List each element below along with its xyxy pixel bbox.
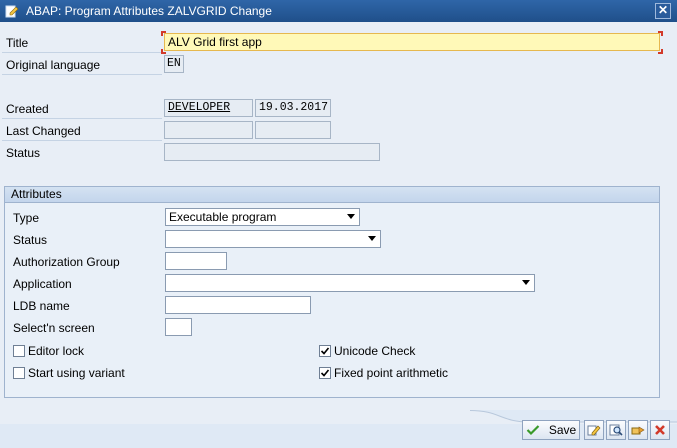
cancel-icon <box>655 425 665 435</box>
title-value: ALV Grid first app <box>168 35 262 49</box>
required-marker <box>161 31 166 36</box>
ldb-name-label: LDB name <box>13 299 70 313</box>
fixed-point-checkbox[interactable] <box>319 367 331 379</box>
edit-document-icon <box>4 3 20 19</box>
ldb-name-input[interactable] <box>165 296 311 314</box>
footer-toolbar: Save <box>0 410 677 448</box>
unicode-check-checkbox[interactable] <box>319 345 331 357</box>
original-language-value: EN <box>167 57 181 70</box>
title-input[interactable]: ALV Grid first app <box>164 33 660 51</box>
application-label: Application <box>13 277 72 291</box>
attr-status-label: Status <box>13 233 48 247</box>
selection-screen-label: Select'n screen <box>13 321 95 335</box>
application-dropdown[interactable] <box>165 274 535 292</box>
required-marker <box>658 49 663 54</box>
type-dropdown[interactable]: Executable program <box>165 208 360 226</box>
attr-status-dropdown[interactable] <box>165 230 381 248</box>
start-using-variant-checkbox[interactable] <box>13 367 25 379</box>
chevron-down-icon <box>347 214 355 219</box>
required-marker <box>658 31 663 36</box>
last-changed-date-field <box>255 121 331 139</box>
transport-button[interactable] <box>628 420 648 440</box>
created-by-value: DEVELOPER <box>168 101 231 114</box>
save-button[interactable]: Save <box>522 420 580 440</box>
selection-screen-input[interactable] <box>165 318 192 336</box>
separator <box>2 118 162 119</box>
required-marker <box>161 49 166 54</box>
created-label: Created <box>6 102 49 116</box>
search-button[interactable] <box>606 420 626 440</box>
edit-button[interactable] <box>584 420 604 440</box>
editor-lock-checkbox[interactable] <box>13 345 25 357</box>
type-label: Type <box>13 211 40 225</box>
created-date-field: 19.03.2017 <box>255 99 331 117</box>
original-language-label: Original language <box>6 58 101 72</box>
authorization-group-label: Authorization Group <box>13 255 120 269</box>
editor-lock-label: Editor lock <box>28 344 85 358</box>
last-changed-by-field <box>164 121 253 139</box>
close-icon: ✕ <box>657 3 669 17</box>
unicode-check-label: Unicode Check <box>334 344 416 358</box>
attributes-header: Attributes <box>5 187 659 203</box>
start-using-variant-label: Start using variant <box>28 366 125 380</box>
separator <box>2 140 162 141</box>
separator <box>2 74 162 75</box>
checkmark-icon <box>320 347 330 355</box>
checkmark-icon <box>320 369 330 377</box>
last-changed-label: Last Changed <box>6 124 81 138</box>
check-icon <box>526 425 540 436</box>
chevron-down-icon <box>368 236 376 241</box>
status-label: Status <box>6 146 41 160</box>
created-date-value: 19.03.2017 <box>259 101 329 114</box>
window-titlebar: ABAP: Program Attributes ZALVGRID Change… <box>0 0 677 22</box>
main-content: Title ALV Grid first app Original langua… <box>0 22 677 410</box>
edit-icon <box>587 425 601 436</box>
close-window-button[interactable]: ✕ <box>655 3 671 19</box>
separator <box>2 52 162 53</box>
title-label: Title <box>6 36 29 50</box>
save-button-label: Save <box>548 423 577 437</box>
window-title: ABAP: Program Attributes ZALVGRID Change <box>26 4 272 18</box>
created-by-field[interactable]: DEVELOPER <box>164 99 253 117</box>
transport-icon <box>631 426 645 435</box>
attributes-group: Attributes Type Executable program Statu… <box>4 186 660 398</box>
cancel-button[interactable] <box>650 420 670 440</box>
search-icon <box>609 424 623 436</box>
status-field <box>164 143 380 161</box>
authorization-group-input[interactable] <box>165 252 227 270</box>
fixed-point-label: Fixed point arithmetic <box>334 366 449 380</box>
original-language-field: EN <box>164 55 184 73</box>
type-value: Executable program <box>169 210 277 224</box>
chevron-down-icon <box>522 280 530 285</box>
